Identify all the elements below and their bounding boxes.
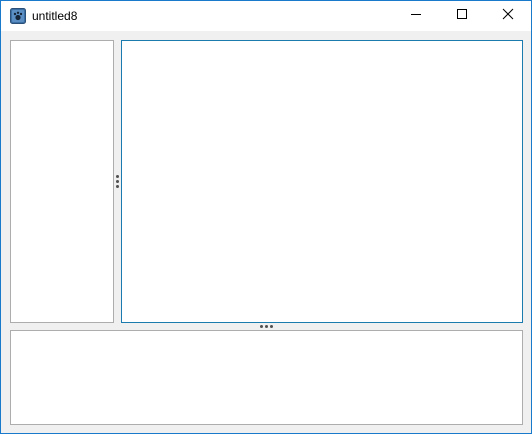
splitter-grip-dot bbox=[265, 325, 268, 328]
minimize-button[interactable] bbox=[393, 1, 439, 31]
splitter-grip-dot bbox=[116, 175, 119, 178]
maximize-icon bbox=[456, 7, 468, 25]
splitter-grip-dot bbox=[260, 325, 263, 328]
splitter-grip-dot bbox=[116, 185, 119, 188]
horizontal-splitter[interactable] bbox=[10, 323, 523, 330]
minimize-icon bbox=[410, 7, 422, 25]
splitter-grip-dot bbox=[270, 325, 273, 328]
app-window: untitled8 bbox=[0, 0, 532, 434]
left-pane[interactable] bbox=[10, 40, 114, 323]
close-icon bbox=[502, 7, 514, 25]
title-bar[interactable]: untitled8 bbox=[1, 1, 531, 31]
splitter-grip-dot bbox=[116, 180, 119, 183]
close-button[interactable] bbox=[485, 1, 531, 31]
maximize-button[interactable] bbox=[439, 1, 485, 31]
main-pane[interactable] bbox=[121, 40, 523, 323]
vertical-splitter[interactable] bbox=[114, 40, 121, 323]
window-title: untitled8 bbox=[32, 9, 78, 23]
app-icon[interactable] bbox=[10, 8, 26, 24]
bottom-pane[interactable] bbox=[10, 330, 523, 425]
